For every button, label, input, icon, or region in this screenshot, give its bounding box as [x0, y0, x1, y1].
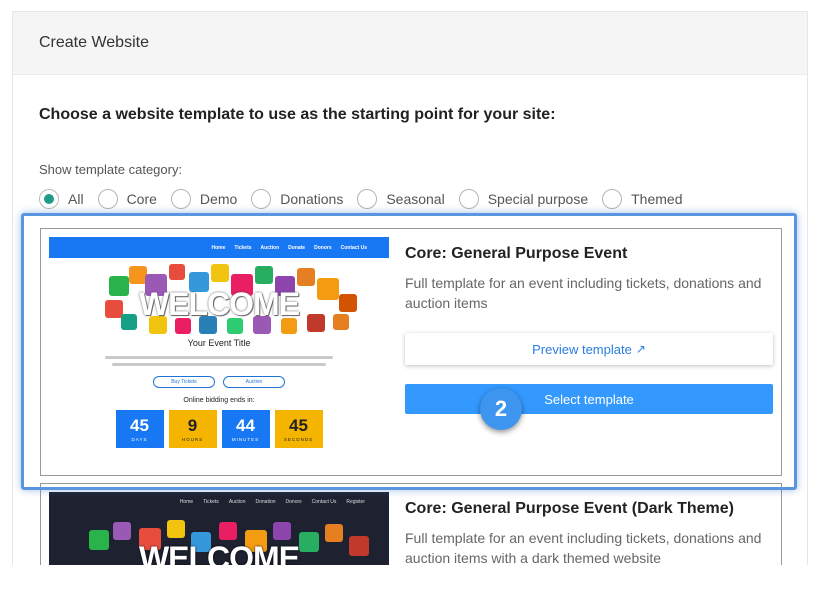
template-title: Core: General Purpose Event (Dark Theme) [405, 500, 734, 517]
template-card: Home Tickets Auction Donation Donors Con… [40, 483, 782, 570]
radio-button[interactable] [458, 189, 479, 209]
radio-button[interactable] [357, 189, 378, 209]
decor-block [219, 522, 237, 540]
template-description: Full template for an event including tic… [405, 530, 762, 566]
panel-title: Create Website [39, 34, 149, 51]
radio-label: Core [126, 191, 157, 207]
radio-label: Seasonal [386, 191, 445, 207]
radio-label: Donations [280, 191, 344, 207]
radio-label: All [68, 191, 84, 207]
radio-label: Themed [631, 191, 683, 207]
thumbnail-nav-item: Donors [285, 499, 302, 505]
radio-special-purpose[interactable]: Special purpose [458, 189, 589, 209]
radio-dot [44, 194, 54, 204]
torn-edge [0, 565, 817, 595]
category-label: Show template category: [39, 162, 183, 177]
instruction-heading: Choose a website template to use as the … [39, 106, 556, 123]
selected-card-highlight [21, 213, 797, 490]
panel-header: Create Website [13, 12, 807, 75]
radio-button[interactable] [170, 189, 191, 209]
radio-button-checked[interactable] [39, 189, 59, 209]
create-website-panel: Create Website Choose a website template… [12, 11, 808, 571]
radio-core[interactable]: Core [97, 189, 157, 209]
radio-all[interactable]: All [39, 189, 84, 209]
thumbnail-nav-item: Home [179, 499, 194, 505]
thumbnail-nav-item: Register [346, 499, 365, 505]
template-thumbnail-dark: Home Tickets Auction Donation Donors Con… [49, 492, 389, 570]
radio-button[interactable] [602, 189, 623, 209]
decor-block [113, 522, 131, 540]
radio-button[interactable] [97, 189, 118, 209]
thumbnail-nav-item: Donation [255, 499, 276, 505]
category-radio-group: All Core Demo Donations Seasonal Special… [39, 189, 696, 209]
decor-block [273, 522, 291, 540]
decor-block [167, 520, 185, 538]
radio-button[interactable] [251, 189, 272, 209]
thumbnail-nav-item: Auction [228, 499, 246, 505]
radio-seasonal[interactable]: Seasonal [357, 189, 445, 209]
step-badge: 2 [480, 388, 522, 430]
thumbnail-nav-item: Tickets [203, 499, 219, 505]
radio-label: Demo [199, 191, 238, 207]
radio-label: Special purpose [487, 191, 589, 207]
radio-themed[interactable]: Themed [602, 189, 682, 209]
radio-demo[interactable]: Demo [170, 189, 238, 209]
thumbnail-nav: Home Tickets Auction Donation Donors Con… [49, 492, 389, 512]
radio-donations[interactable]: Donations [251, 189, 343, 209]
thumbnail-nav-item: Contact Us [311, 499, 337, 505]
template-info: Core: General Purpose Event (Dark Theme)… [405, 500, 775, 568]
